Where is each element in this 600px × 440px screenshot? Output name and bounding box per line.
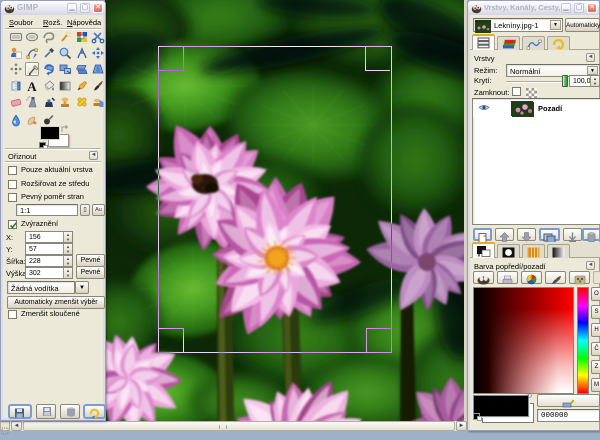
svg-text:A: A [27, 79, 37, 93]
